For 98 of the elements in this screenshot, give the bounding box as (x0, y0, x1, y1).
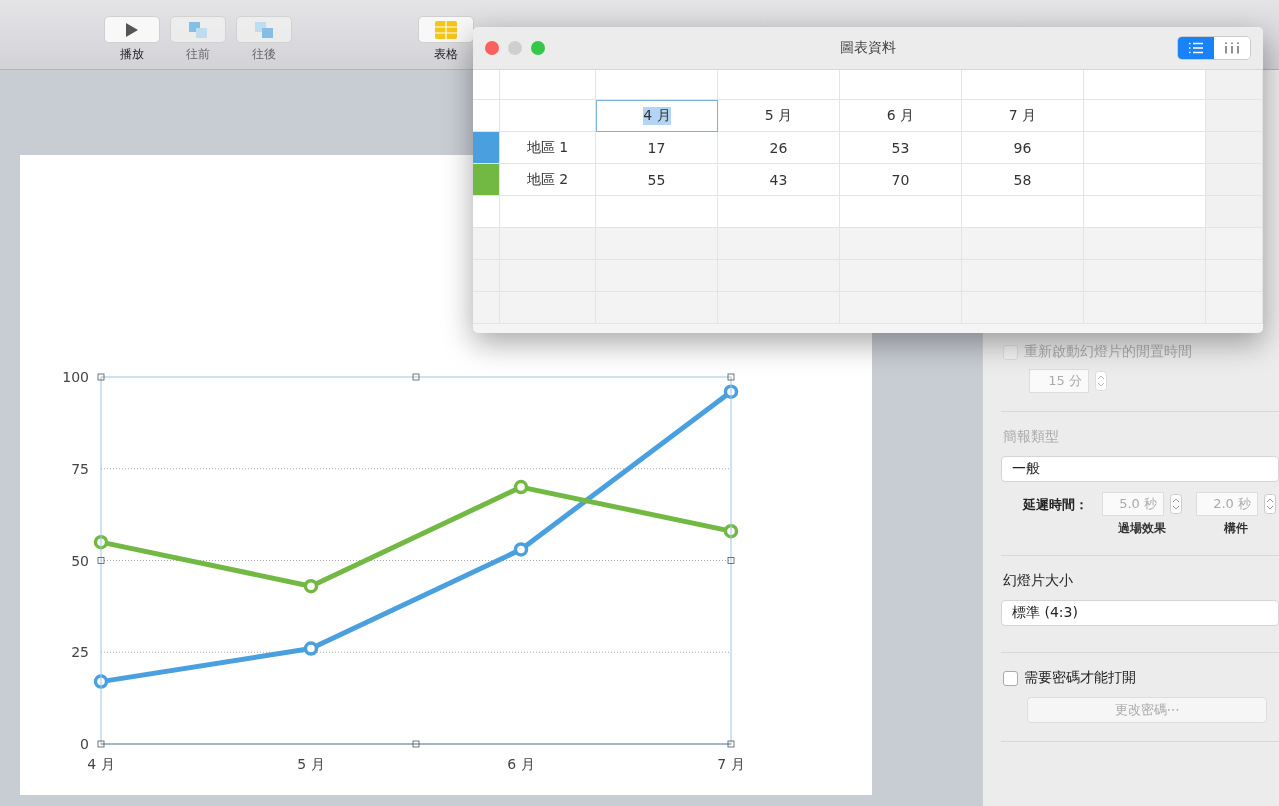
toolbar-button[interactable] (104, 16, 160, 43)
toolbar-label: 往前 (186, 46, 210, 63)
table-cell[interactable] (962, 196, 1084, 228)
table-cell[interactable] (1206, 196, 1263, 228)
table-cell[interactable] (1084, 132, 1206, 164)
toolbar-label: 往後 (252, 46, 276, 63)
table-cell[interactable] (1084, 196, 1206, 228)
zoom-button[interactable] (531, 41, 545, 55)
table-cell[interactable] (1206, 70, 1263, 100)
axis-label: 5 月 (297, 756, 325, 772)
layers-icon (254, 20, 274, 39)
field-caption: 過場效果 (1118, 520, 1166, 537)
row-header-cell[interactable]: 地區 1 (500, 132, 596, 164)
table-cell[interactable] (500, 196, 596, 228)
checkbox-label: 需要密碼才能打開 (1024, 669, 1136, 687)
data-point (513, 479, 529, 495)
table-cell[interactable]: 96 (962, 132, 1084, 164)
table-cell[interactable] (718, 70, 840, 100)
table-cell[interactable] (1206, 164, 1263, 196)
table-cell[interactable] (840, 70, 962, 100)
table-cell[interactable]: 26 (718, 132, 840, 164)
table-cell[interactable] (718, 228, 840, 260)
column-header-cell[interactable]: 4 月 (596, 100, 718, 132)
toolbar-label: 播放 (120, 46, 144, 63)
table-cell[interactable]: 58 (962, 164, 1084, 196)
table-cell[interactable]: 55 (596, 164, 718, 196)
segmented-control[interactable] (1177, 36, 1251, 60)
table-cell[interactable] (1206, 228, 1263, 260)
table-cell[interactable] (473, 228, 500, 260)
table-cell[interactable] (840, 196, 962, 228)
table-cell[interactable] (596, 70, 718, 100)
column-header-cell[interactable]: 5 月 (718, 100, 840, 132)
table-cell[interactable] (1206, 132, 1263, 164)
toolbar-label: 表格 (434, 46, 458, 63)
table-cell[interactable] (473, 100, 500, 132)
stepper-icon[interactable] (1264, 494, 1276, 514)
axis-label: 6 月 (507, 756, 535, 772)
table-cell[interactable] (596, 228, 718, 260)
axis-label: 4 月 (87, 756, 115, 772)
play-icon (125, 21, 139, 38)
axis-label: 50 (71, 552, 89, 569)
table-cell[interactable] (1084, 100, 1206, 132)
data-point (93, 534, 109, 550)
table-cell[interactable] (1084, 70, 1206, 100)
data-point (93, 674, 109, 689)
data-point (723, 384, 739, 399)
selection-frame[interactable] (97, 373, 735, 748)
field-caption: 構件 (1224, 520, 1248, 537)
section-heading: 幻燈片大小 (1003, 572, 1074, 590)
table-cell[interactable]: 43 (718, 164, 840, 196)
size-dropdown[interactable]: 標準 (4:3) (1001, 600, 1279, 626)
axis-label: 25 (71, 644, 89, 661)
table-cell[interactable] (500, 70, 596, 100)
table-cell[interactable] (718, 196, 840, 228)
layers-icon (188, 20, 208, 39)
window-title: 圖表資料 (840, 39, 896, 57)
table-cell[interactable] (840, 228, 962, 260)
table-cell[interactable]: 70 (840, 164, 962, 196)
column-header-cell[interactable]: 7 月 (962, 100, 1084, 132)
checkbox[interactable] (1003, 670, 1018, 686)
data-point (513, 542, 529, 557)
data-point (303, 641, 319, 656)
type-dropdown[interactable]: 一般 (1001, 456, 1279, 482)
column-header-cell[interactable]: 6 月 (840, 100, 962, 132)
axis-label: 100 (62, 369, 89, 385)
data-point (723, 523, 739, 539)
view-toggle[interactable] (1178, 37, 1214, 59)
data-point (303, 578, 319, 594)
table-cell[interactable]: 53 (840, 132, 962, 164)
table-icon (435, 20, 457, 39)
table-cell[interactable] (473, 260, 500, 292)
minimize-button[interactable] (508, 41, 522, 55)
table-cell[interactable] (500, 228, 596, 260)
row-header-cell[interactable]: 地區 2 (500, 164, 596, 196)
rows-icon (1188, 42, 1204, 54)
table-cell[interactable] (596, 196, 718, 228)
table-cell[interactable] (500, 100, 596, 132)
table-cell[interactable] (1084, 228, 1206, 260)
table-cell[interactable] (1206, 260, 1263, 292)
axis-label: 7 月 (717, 756, 745, 772)
stepper-icon[interactable] (1095, 371, 1107, 391)
table-cell[interactable] (962, 228, 1084, 260)
delay-label: 延遲時間： (1023, 496, 1088, 514)
table-cell[interactable] (1206, 100, 1263, 132)
section-heading: 簡報類型 (1003, 428, 1060, 446)
table-cell[interactable] (1084, 164, 1206, 196)
table-cell[interactable] (473, 196, 500, 228)
columns-icon (1224, 42, 1240, 54)
table-cell[interactable] (962, 70, 1084, 100)
table-cell[interactable] (1206, 292, 1263, 324)
axis-label: 0 (80, 736, 89, 752)
axis-label: 75 (71, 460, 89, 477)
close-button[interactable] (485, 41, 499, 55)
table-cell[interactable]: 17 (596, 132, 718, 164)
view-toggle[interactable] (1214, 37, 1250, 59)
table-cell[interactable] (473, 70, 500, 100)
table-cell[interactable] (473, 292, 500, 324)
stepper-icon[interactable] (1170, 494, 1182, 514)
